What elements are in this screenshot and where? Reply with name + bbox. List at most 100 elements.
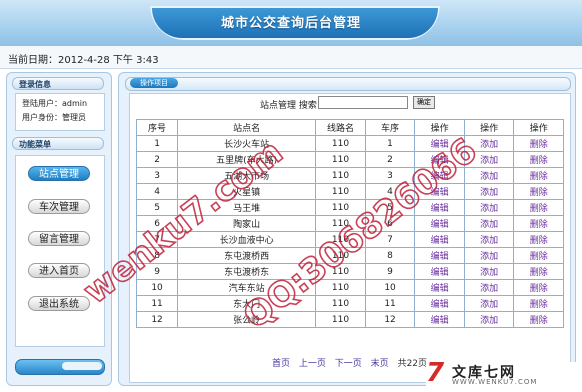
- add-link[interactable]: 添加: [480, 204, 498, 214]
- search-label: 站点管理 搜索: [260, 101, 317, 111]
- table-row: 5 马王堆 110 5 编辑 添加 删除: [135, 199, 564, 216]
- row-add-cell: 添加: [463, 279, 515, 296]
- row-order: 6: [364, 215, 416, 232]
- add-link[interactable]: 添加: [480, 172, 498, 182]
- add-link[interactable]: 添加: [480, 300, 498, 310]
- row-station: 张公岭: [177, 311, 317, 328]
- search-confirm-button[interactable]: 确定: [413, 96, 435, 109]
- row-line: 110: [315, 199, 366, 216]
- col-header-op1: 操作: [414, 119, 465, 136]
- menu-title: 功能菜单: [12, 137, 104, 150]
- current-date: 当前日期：2012-4-28 下午 3:43: [8, 55, 159, 66]
- menu-logout-button[interactable]: 退出系统: [28, 296, 90, 311]
- delete-link[interactable]: 删除: [530, 188, 548, 198]
- edit-link[interactable]: 编辑: [431, 156, 449, 166]
- table-row: 4 火星镇 110 4 编辑 添加 删除: [135, 183, 564, 200]
- delete-link[interactable]: 删除: [530, 172, 548, 182]
- row-add-cell: 添加: [463, 247, 515, 264]
- table-row: 9 东屯渡桥东 110 9 编辑 添加 删除: [135, 263, 564, 280]
- table-row: 12 张公岭 110 12 编辑 添加 删除: [135, 311, 564, 328]
- row-order: 5: [364, 199, 416, 216]
- row-add-cell: 添加: [463, 151, 515, 168]
- pager-prev-link[interactable]: 上一页: [299, 359, 326, 369]
- row-order: 10: [364, 279, 416, 296]
- add-link[interactable]: 添加: [480, 188, 498, 198]
- row-add-cell: 添加: [463, 295, 515, 312]
- row-order: 12: [364, 311, 416, 328]
- row-del-cell: 删除: [513, 311, 564, 328]
- row-del-cell: 删除: [513, 247, 564, 264]
- edit-link[interactable]: 编辑: [431, 204, 449, 214]
- add-link[interactable]: 添加: [480, 220, 498, 230]
- pager-first-link[interactable]: 首页: [272, 359, 290, 369]
- edit-link[interactable]: 编辑: [431, 316, 449, 326]
- row-del-cell: 删除: [513, 183, 564, 200]
- row-line: 110: [315, 151, 366, 168]
- sidebar: 登录信息 登陆用户：admin 用户身份：管理员 功能菜单 站点管理 车次管理 …: [6, 72, 112, 386]
- col-header-op2: 操作: [463, 119, 515, 136]
- delete-link[interactable]: 删除: [530, 156, 548, 166]
- row-line: 110: [315, 279, 366, 296]
- main-title-bar: 操作项目: [125, 77, 571, 91]
- header-banner: 城市公交查询后台管理: [0, 0, 582, 46]
- watermark-logo: 7 文库七网 WWW.WENKU7.COM: [426, 358, 576, 388]
- pager-total: 共22页: [397, 359, 428, 369]
- delete-link[interactable]: 删除: [530, 204, 548, 214]
- row-add-cell: 添加: [463, 215, 515, 232]
- col-header-op3: 操作: [513, 119, 564, 136]
- row-line: 110: [315, 295, 366, 312]
- add-link[interactable]: 添加: [480, 140, 498, 150]
- add-link[interactable]: 添加: [480, 268, 498, 278]
- row-del-cell: 删除: [513, 135, 564, 152]
- delete-link[interactable]: 删除: [530, 268, 548, 278]
- row-order: 7: [364, 231, 416, 248]
- search-input[interactable]: [318, 96, 408, 109]
- row-no: 5: [135, 199, 179, 216]
- edit-link[interactable]: 编辑: [431, 284, 449, 294]
- delete-link[interactable]: 删除: [530, 316, 548, 326]
- row-del-cell: 删除: [513, 263, 564, 280]
- edit-link[interactable]: 编辑: [431, 220, 449, 230]
- row-del-cell: 删除: [513, 231, 564, 248]
- edit-link[interactable]: 编辑: [431, 236, 449, 246]
- pager-next-link[interactable]: 下一页: [335, 359, 362, 369]
- edit-link[interactable]: 编辑: [431, 188, 449, 198]
- row-edit-cell: 编辑: [414, 199, 465, 216]
- row-line: 110: [315, 183, 366, 200]
- edit-link[interactable]: 编辑: [431, 140, 449, 150]
- delete-link[interactable]: 删除: [530, 284, 548, 294]
- menu-home-button[interactable]: 进入首页: [28, 263, 90, 278]
- row-station: 东屯渡桥东: [177, 263, 317, 280]
- add-link[interactable]: 添加: [480, 252, 498, 262]
- add-link[interactable]: 添加: [480, 156, 498, 166]
- main-panel: 操作项目 站点管理 搜索 确定 序号 站点名 线路名 车序 操作 操作 操作 1…: [118, 72, 576, 386]
- delete-link[interactable]: 删除: [530, 140, 548, 150]
- add-link[interactable]: 添加: [480, 316, 498, 326]
- pager-last-link[interactable]: 末页: [371, 359, 389, 369]
- table-header-row: 序号 站点名 线路名 车序 操作 操作 操作: [135, 119, 564, 136]
- row-line: 110: [315, 167, 366, 184]
- edit-link[interactable]: 编辑: [431, 172, 449, 182]
- delete-link[interactable]: 删除: [530, 252, 548, 262]
- menu-bus-manage-button[interactable]: 车次管理: [28, 199, 90, 214]
- edit-link[interactable]: 编辑: [431, 300, 449, 310]
- add-link[interactable]: 添加: [480, 236, 498, 246]
- row-station: 汽车东站: [177, 279, 317, 296]
- delete-link[interactable]: 删除: [530, 300, 548, 310]
- table-row: 11 东大门 110 11 编辑 添加 删除: [135, 295, 564, 312]
- delete-link[interactable]: 删除: [530, 220, 548, 230]
- row-no: 11: [135, 295, 179, 312]
- menu-message-manage-button[interactable]: 留言管理: [28, 231, 90, 246]
- table-row: 2 五里牌(车大路) 110 2 编辑 添加 删除: [135, 151, 564, 168]
- edit-link[interactable]: 编辑: [431, 268, 449, 278]
- menu-box: 站点管理 车次管理 留言管理 进入首页 退出系统: [15, 155, 105, 347]
- menu-station-manage-button[interactable]: 站点管理: [28, 166, 90, 181]
- row-edit-cell: 编辑: [414, 135, 465, 152]
- row-edit-cell: 编辑: [414, 215, 465, 232]
- row-station: 五里牌(车大路): [177, 151, 317, 168]
- row-order: 11: [364, 295, 416, 312]
- add-link[interactable]: 添加: [480, 284, 498, 294]
- delete-link[interactable]: 删除: [530, 236, 548, 246]
- row-order: 9: [364, 263, 416, 280]
- edit-link[interactable]: 编辑: [431, 252, 449, 262]
